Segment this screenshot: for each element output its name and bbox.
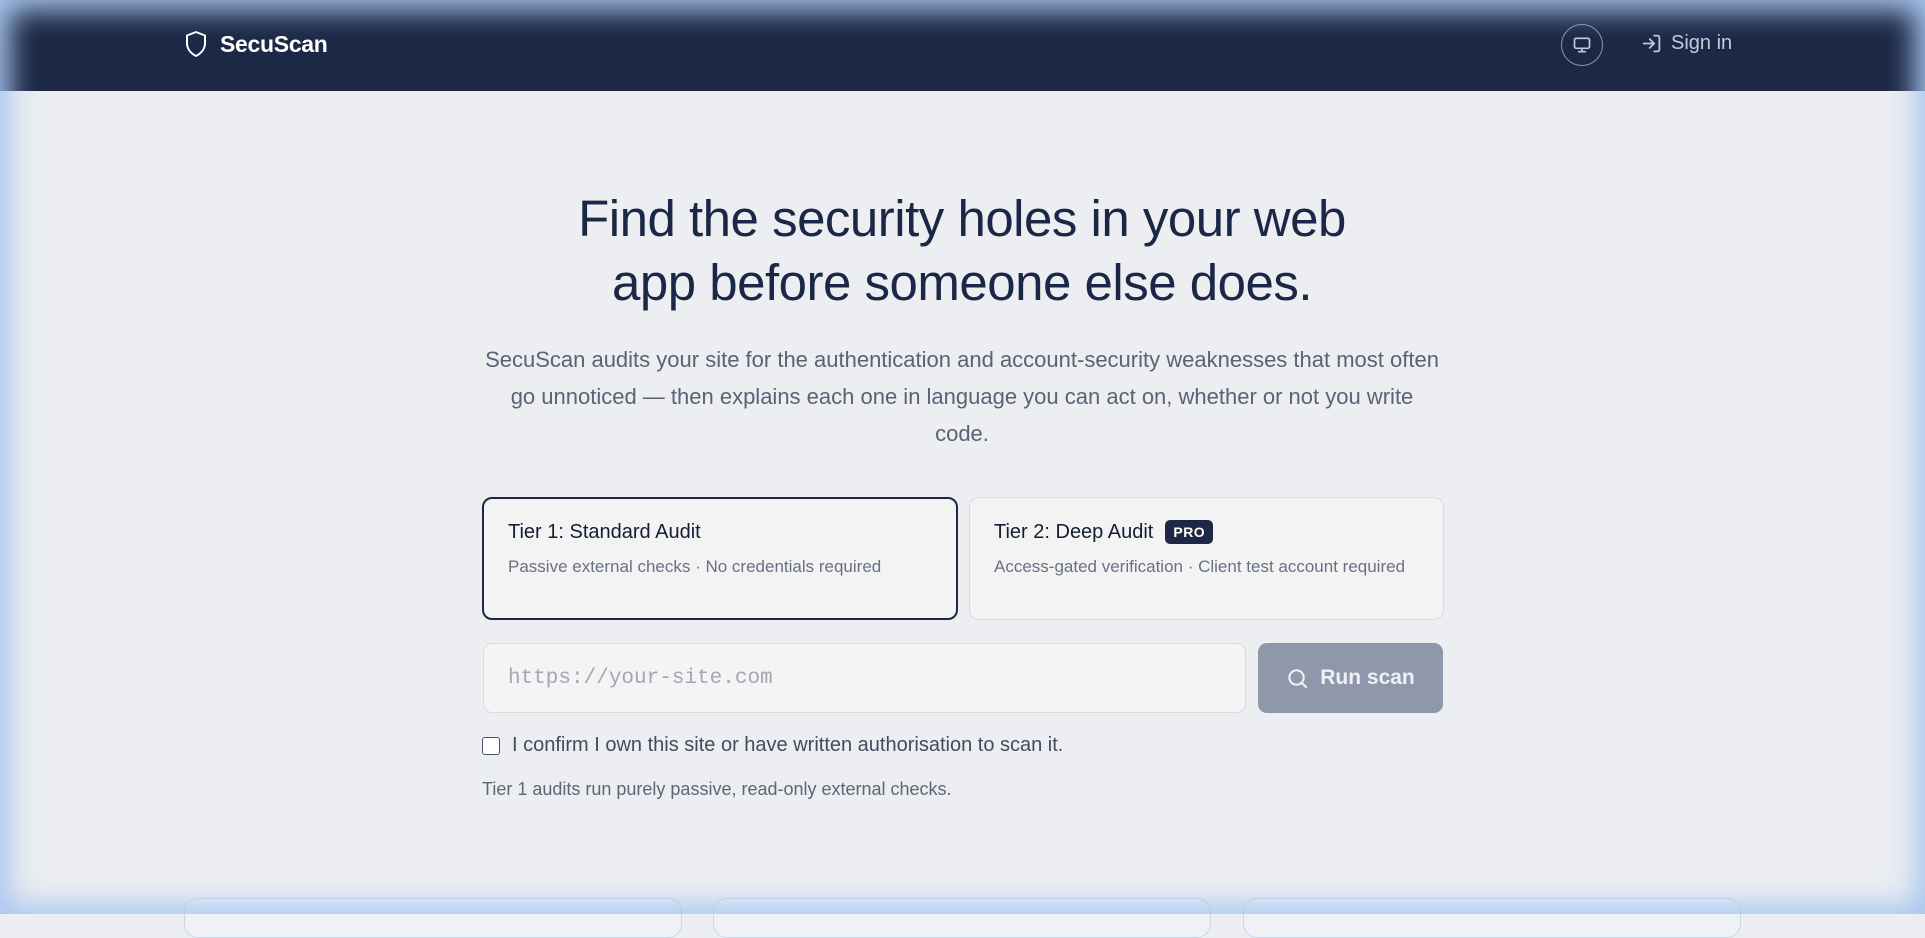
feature-card bbox=[184, 898, 682, 938]
run-scan-button[interactable]: Run scan bbox=[1258, 643, 1443, 713]
hero-title-line2: app before someone else does. bbox=[612, 254, 1312, 311]
feature-card bbox=[1243, 898, 1741, 938]
window-frame-glow bbox=[0, 0, 1925, 914]
top-nav: SecuScan Sign in bbox=[0, 0, 1925, 91]
tier-2-option[interactable]: Tier 2: Deep Audit PRO Access-gated veri… bbox=[969, 497, 1444, 620]
tier-2-title-row: Tier 2: Deep Audit PRO bbox=[994, 520, 1419, 544]
monitor-icon bbox=[1572, 35, 1592, 55]
sign-in-icon bbox=[1641, 33, 1662, 54]
authorisation-confirm[interactable]: I confirm I own this site or have writte… bbox=[482, 734, 1063, 757]
hero-title-line1: Find the security holes in your web bbox=[578, 190, 1346, 247]
theme-toggle-button[interactable] bbox=[1561, 24, 1603, 66]
tier-1-option[interactable]: Tier 1: Standard Audit Passive external … bbox=[482, 497, 958, 620]
pro-badge: PRO bbox=[1165, 520, 1213, 544]
authorisation-label: I confirm I own this site or have writte… bbox=[512, 734, 1063, 757]
authorisation-checkbox[interactable] bbox=[482, 737, 500, 755]
hero-title: Find the security holes in your web app … bbox=[462, 187, 1462, 315]
brand-logo[interactable]: SecuScan bbox=[184, 30, 328, 58]
sign-in-label: Sign in bbox=[1671, 32, 1732, 55]
feature-card bbox=[713, 898, 1211, 938]
search-icon bbox=[1286, 667, 1309, 690]
url-input[interactable] bbox=[483, 643, 1246, 713]
tier-2-title: Tier 2: Deep Audit bbox=[994, 521, 1153, 544]
sign-in-link[interactable]: Sign in bbox=[1641, 32, 1732, 55]
shield-icon bbox=[184, 30, 208, 58]
tier-note: Tier 1 audits run purely passive, read-o… bbox=[482, 779, 952, 800]
tier-2-subtitle: Access-gated verification · Client test … bbox=[994, 554, 1419, 579]
brand-name: SecuScan bbox=[220, 31, 328, 58]
hero-lead: SecuScan audits your site for the authen… bbox=[482, 341, 1442, 452]
tier-1-title: Tier 1: Standard Audit bbox=[508, 521, 932, 544]
run-scan-label: Run scan bbox=[1320, 666, 1415, 690]
tier-1-subtitle: Passive external checks · No credentials… bbox=[508, 554, 932, 579]
